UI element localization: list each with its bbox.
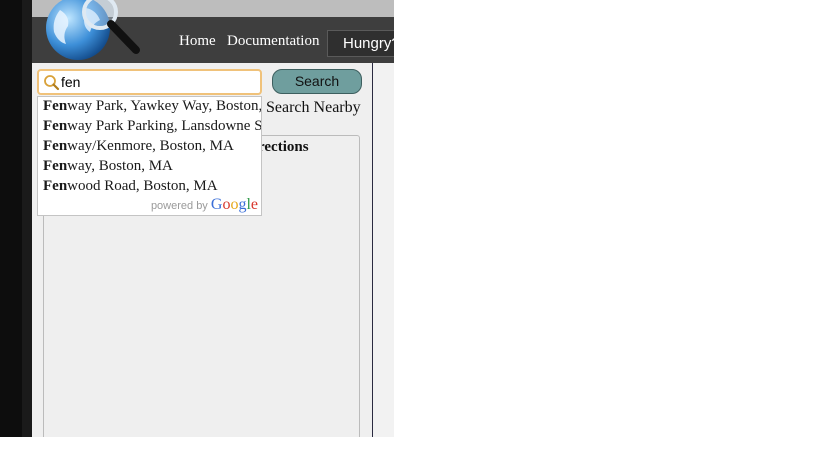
match-text: Fen: [43, 118, 68, 134]
app-frame: Home Documentation Hungry? Search Search…: [22, 0, 394, 437]
autocomplete-dropdown: Fenway Park, Yawkey Way, Boston, MA Fenw…: [37, 96, 262, 216]
left-edge: [0, 0, 22, 437]
powered-by-google: powered by Google: [151, 196, 258, 214]
match-text: Fen: [43, 178, 68, 194]
globe-magnifier-logo: [46, 0, 140, 60]
match-text: Fen: [43, 98, 68, 114]
match-text: Fen: [43, 138, 68, 154]
suggestion-text: way/Kenmore, Boston, MA: [67, 138, 234, 154]
autocomplete-item[interactable]: Fenway, Boston, MA: [38, 157, 261, 177]
search-nearby-link[interactable]: Search Nearby: [266, 99, 361, 117]
autocomplete-item[interactable]: Fenway Park Parking, Lansdowne Street, B…: [38, 117, 261, 137]
hungry-tab[interactable]: Hungry?: [327, 30, 394, 57]
search-icon: [44, 75, 60, 91]
directions-title: rections: [258, 139, 309, 155]
panel-right-edge: [372, 63, 394, 437]
suggestion-text: way, Boston, MA: [67, 158, 173, 174]
search-input[interactable]: [61, 74, 256, 90]
search-button[interactable]: Search: [272, 69, 362, 94]
nav-documentation-link[interactable]: Documentation: [227, 33, 319, 50]
suggestion-text: wood Road, Boston, MA: [67, 178, 218, 194]
nav-home-link[interactable]: Home: [179, 33, 216, 50]
suggestion-text: way Park Parking, Lansdowne Street, Bost…: [67, 118, 262, 134]
powered-by-text: powered by: [150, 200, 208, 212]
autocomplete-item[interactable]: Fenway/Kenmore, Boston, MA: [38, 137, 261, 157]
match-text: Fen: [43, 158, 68, 174]
autocomplete-item[interactable]: Fenway Park, Yawkey Way, Boston, MA: [38, 97, 261, 117]
suggestion-text: way Park, Yawkey Way, Boston, MA: [67, 98, 262, 114]
google-logo: Google: [210, 196, 258, 213]
search-field[interactable]: [37, 69, 262, 95]
autocomplete-item[interactable]: Fenwood Road, Boston, MA: [38, 177, 261, 197]
